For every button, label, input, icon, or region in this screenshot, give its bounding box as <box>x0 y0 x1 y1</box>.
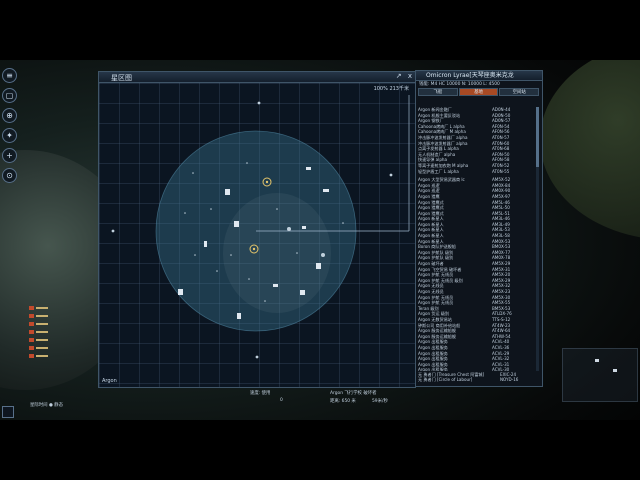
station-icon[interactable] <box>225 189 230 195</box>
tab-space-stations[interactable]: 空间站 <box>499 88 540 96</box>
zoom-readout: 100% 213千米 <box>373 86 409 92</box>
list-scrollbar[interactable] <box>536 107 539 371</box>
ship-icon[interactable] <box>287 227 291 231</box>
ship-status-row[interactable] <box>29 328 51 336</box>
station-icon[interactable] <box>316 263 321 269</box>
letterbox-bottom <box>0 420 640 480</box>
ship-icon <box>613 369 617 372</box>
time-status: 星际时间 ● 静态 <box>30 403 63 408</box>
station-icon[interactable] <box>237 313 241 319</box>
minimap-radar[interactable] <box>562 348 638 402</box>
bottom-center-hud: 速度: 使用 0 Argon 飞行学校 破坏者 距离: 650 米 59米/秒 <box>240 388 420 412</box>
item-code: AT0N-55 <box>492 168 510 174</box>
map-canvas[interactable]: 100% 213千米 Argon <box>99 83 415 387</box>
ship-status-row[interactable] <box>29 336 51 344</box>
map-title: 星区图 <box>111 74 132 82</box>
ship-status-row[interactable] <box>29 344 51 352</box>
ship-icon <box>29 354 34 358</box>
left-ship-icons <box>29 304 51 360</box>
ship-icon <box>29 346 34 350</box>
ship-icon[interactable] <box>204 241 207 247</box>
ship-status-row[interactable] <box>29 320 51 328</box>
menu-icon[interactable]: ≡ <box>2 68 17 83</box>
target-speed: 59米/秒 <box>372 399 388 404</box>
item-code: NOYD-16 <box>500 377 519 383</box>
add-icon[interactable]: + <box>2 148 17 163</box>
close-icon[interactable]: x <box>408 72 412 80</box>
letterbox-top <box>0 0 640 60</box>
ship-icon <box>29 338 34 342</box>
ship-icon <box>29 306 34 310</box>
hud-box-icon[interactable] <box>2 406 14 418</box>
marker-icon <box>111 229 115 233</box>
item-name: 轻型护盾工厂 L alpha <box>418 168 459 174</box>
ship-icon <box>595 359 599 362</box>
tab-stations[interactable]: 基地 <box>458 88 499 96</box>
map-titlebar[interactable]: 星区图 ↗ x <box>99 72 415 83</box>
panel-title[interactable]: Omicron Lyrae[天琴座奥米克龙 <box>416 71 542 81</box>
planet-in-sector <box>223 193 331 313</box>
item-name: 无 勇者门 [Circle of Labour] <box>418 377 473 383</box>
ship-icon[interactable] <box>321 253 325 257</box>
window-icon[interactable]: ▢ <box>2 88 17 103</box>
sector-map-window: 星区图 ↗ x 100% 213千米 Argon <box>98 71 416 388</box>
shield-bar <box>36 307 48 309</box>
target-name: Argon 飞行学校 破坏者 <box>330 391 377 396</box>
map-svg <box>111 95 410 359</box>
shield-bar <box>36 347 48 349</box>
station-icon[interactable] <box>234 221 239 227</box>
object-list: Argon 新闻金融厂 AD0N-44 Argon 机舰主要反驳站 AD0N-50 Ar… <box>418 107 530 371</box>
shield-bar <box>36 323 48 325</box>
star-icon[interactable]: ✦ <box>2 128 17 143</box>
shield-bar <box>36 331 48 333</box>
ship-icon[interactable] <box>323 189 329 192</box>
station-icon[interactable] <box>300 290 305 295</box>
shield-bar <box>36 355 48 357</box>
marker-icon <box>255 355 259 359</box>
item-code: ACVL-30 <box>492 367 510 371</box>
shield-bar <box>36 339 48 341</box>
radar-icon[interactable]: ⊙ <box>2 168 17 183</box>
ship-status-row[interactable] <box>29 352 51 360</box>
bottom-left-hud: 星际时间 ● 静态 <box>2 400 98 418</box>
sector-object-list-panel: Omicron Lyrae[天琴座奥米克龙 钱能: M4 HC 10000 N:… <box>415 70 543 387</box>
ship-status-row[interactable] <box>29 304 51 312</box>
marker-icon <box>257 101 261 105</box>
panel-tabs: 飞船 基地 空间站 <box>418 88 540 96</box>
left-toolbar: ≡ ▢ ⊕ ✦ + ⊙ <box>2 66 18 188</box>
ship-icon[interactable] <box>273 284 278 287</box>
list-item[interactable]: 轻型护盾工厂 L alpha AT0N-55 <box>418 169 530 175</box>
marker-icon <box>389 173 393 177</box>
station-icon[interactable] <box>178 289 183 295</box>
list-item[interactable]: 无 勇者门 [Circle of Labour] NOYD-16 <box>418 377 538 383</box>
ship-icon <box>29 314 34 318</box>
speed-value: 0 <box>280 398 283 403</box>
list-item[interactable]: Argon 出租服务 ACVL-30 <box>418 367 530 371</box>
ship-status-row[interactable] <box>29 312 51 320</box>
ship-icon[interactable] <box>306 167 311 170</box>
ship-icon <box>29 322 34 326</box>
target-distance: 距离: 650 米 <box>330 399 356 404</box>
scrollbar-thumb[interactable] <box>536 107 539 167</box>
sector-name: Argon <box>102 378 117 384</box>
ship-icon <box>29 330 34 334</box>
item-name: Argon 出租服务 <box>418 367 448 371</box>
target-icon[interactable]: ⊕ <box>2 108 17 123</box>
speed-label: 速度: 使用 <box>250 391 271 396</box>
shield-bar <box>36 315 48 317</box>
game-screen: ≡ ▢ ⊕ ✦ + ⊙ 星区图 ↗ x 100% 213千米 Argon Omi… <box>0 0 640 480</box>
panel-subtitle: 钱能: M4 HC 10000 N: 10000 L: 4500 <box>419 82 500 87</box>
ship-icon[interactable] <box>302 226 306 229</box>
tab-ships[interactable]: 飞船 <box>418 88 458 96</box>
window-controls: ↗ x <box>392 72 412 80</box>
expand-icon[interactable]: ↗ <box>396 72 402 80</box>
planet-background-right <box>540 40 640 240</box>
panel-footer: 无 勇者门 [Treasure Chest 阿富城] EXIC-24 无 勇者门… <box>418 372 538 383</box>
